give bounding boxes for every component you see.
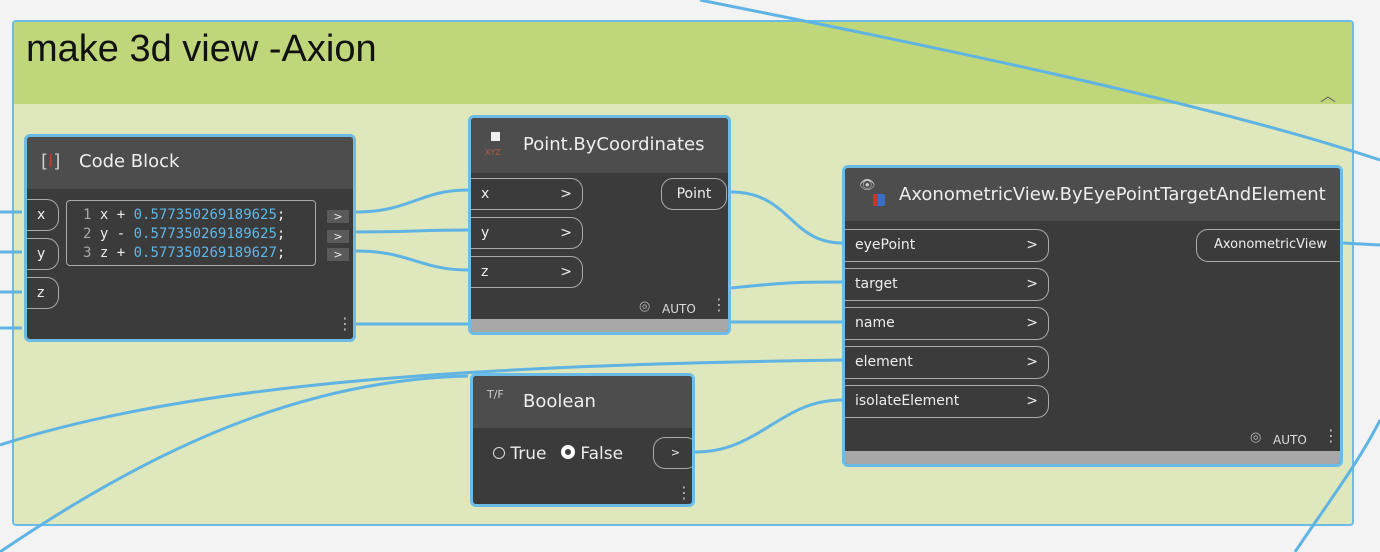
more-options-icon[interactable]: ⋮	[1323, 428, 1339, 444]
code-line-3: 3 z + 0.577350269189627;	[83, 245, 286, 261]
node-header[interactable]: T/F Boolean	[473, 376, 692, 428]
cube-icon	[873, 194, 885, 206]
more-options-icon[interactable]: ⋮	[337, 316, 353, 332]
wire	[355, 228, 469, 234]
preview-hidden-icon[interactable]: ◎	[1250, 430, 1261, 445]
input-port-element[interactable]: element >	[845, 346, 1049, 379]
output-port-1[interactable]: >	[327, 210, 349, 223]
node-header[interactable]: [I] Code Block	[27, 137, 353, 189]
node-title: Boolean	[523, 391, 596, 412]
point-by-coordinates-node[interactable]: XYZ Point.ByCoordinates x > y > z > Point ◎…	[468, 115, 731, 335]
code-editor[interactable]: 1 x + 0.577350269189625; 2 y - 0.5773502…	[66, 200, 316, 266]
node-title: AxonometricView.ByEyePointTargetAndEleme…	[899, 184, 1326, 205]
point-icon	[491, 132, 500, 141]
node-status-bar	[845, 451, 1340, 464]
node-title: Code Block	[79, 151, 180, 172]
node-header[interactable]: 👁 AxonometricView.ByEyePointTargetAndEle…	[845, 168, 1340, 221]
input-port-eyepoint[interactable]: eyePoint >	[845, 229, 1049, 262]
wire	[0, 374, 469, 552]
code-block-node[interactable]: [I] Code Block x y z 1 x + 0.57735026918…	[24, 134, 356, 342]
input-port-y[interactable]: y	[27, 238, 59, 270]
code-line-1: 1 x + 0.577350269189625;	[83, 207, 286, 223]
output-port-point[interactable]: Point	[661, 178, 727, 210]
code-block-icon: [I]	[41, 151, 61, 172]
wire	[0, 358, 843, 447]
preview-hidden-icon[interactable]: ◎	[639, 299, 650, 314]
radio-true[interactable]: True	[493, 444, 547, 464]
radio-false[interactable]: False	[561, 444, 623, 464]
input-port-x[interactable]: x >	[471, 178, 583, 210]
wire	[355, 249, 469, 272]
input-port-z[interactable]: z	[27, 277, 59, 309]
output-port-3[interactable]: >	[327, 248, 349, 261]
wire	[730, 280, 843, 290]
lacing-label[interactable]: AUTO	[662, 302, 696, 316]
node-header[interactable]: XYZ Point.ByCoordinates	[471, 118, 728, 173]
input-port-target[interactable]: target >	[845, 268, 1049, 301]
node-status-bar	[471, 319, 728, 332]
wire	[694, 398, 843, 454]
axonometric-view-node[interactable]: 👁 AxonometricView.ByEyePointTargetAndEle…	[842, 165, 1343, 467]
node-title: Point.ByCoordinates	[523, 134, 705, 155]
wire	[1342, 241, 1380, 247]
input-port-name[interactable]: name >	[845, 307, 1049, 340]
output-port-2[interactable]: >	[327, 230, 349, 243]
output-port[interactable]: >	[653, 437, 692, 469]
boolean-node[interactable]: T/F Boolean True False > ⋮	[470, 373, 695, 507]
more-options-icon[interactable]: ⋮	[676, 485, 692, 501]
wire	[699, 0, 1380, 162]
input-port-isolate-element[interactable]: isolateElement >	[845, 385, 1049, 418]
wire	[355, 188, 469, 214]
lacing-label[interactable]: AUTO	[1273, 433, 1307, 447]
wire	[730, 190, 843, 245]
input-port-y[interactable]: y >	[471, 217, 583, 249]
code-line-2: 2 y - 0.577350269189625;	[83, 226, 286, 242]
boolean-icon: T/F	[487, 388, 504, 401]
input-port-x[interactable]: x	[27, 199, 59, 231]
more-options-icon[interactable]: ⋮	[711, 297, 727, 313]
eye-icon: 👁	[859, 178, 876, 193]
output-port-axonometric-view[interactable]: AxonometricView	[1196, 229, 1340, 262]
input-port-z[interactable]: z >	[471, 256, 583, 288]
